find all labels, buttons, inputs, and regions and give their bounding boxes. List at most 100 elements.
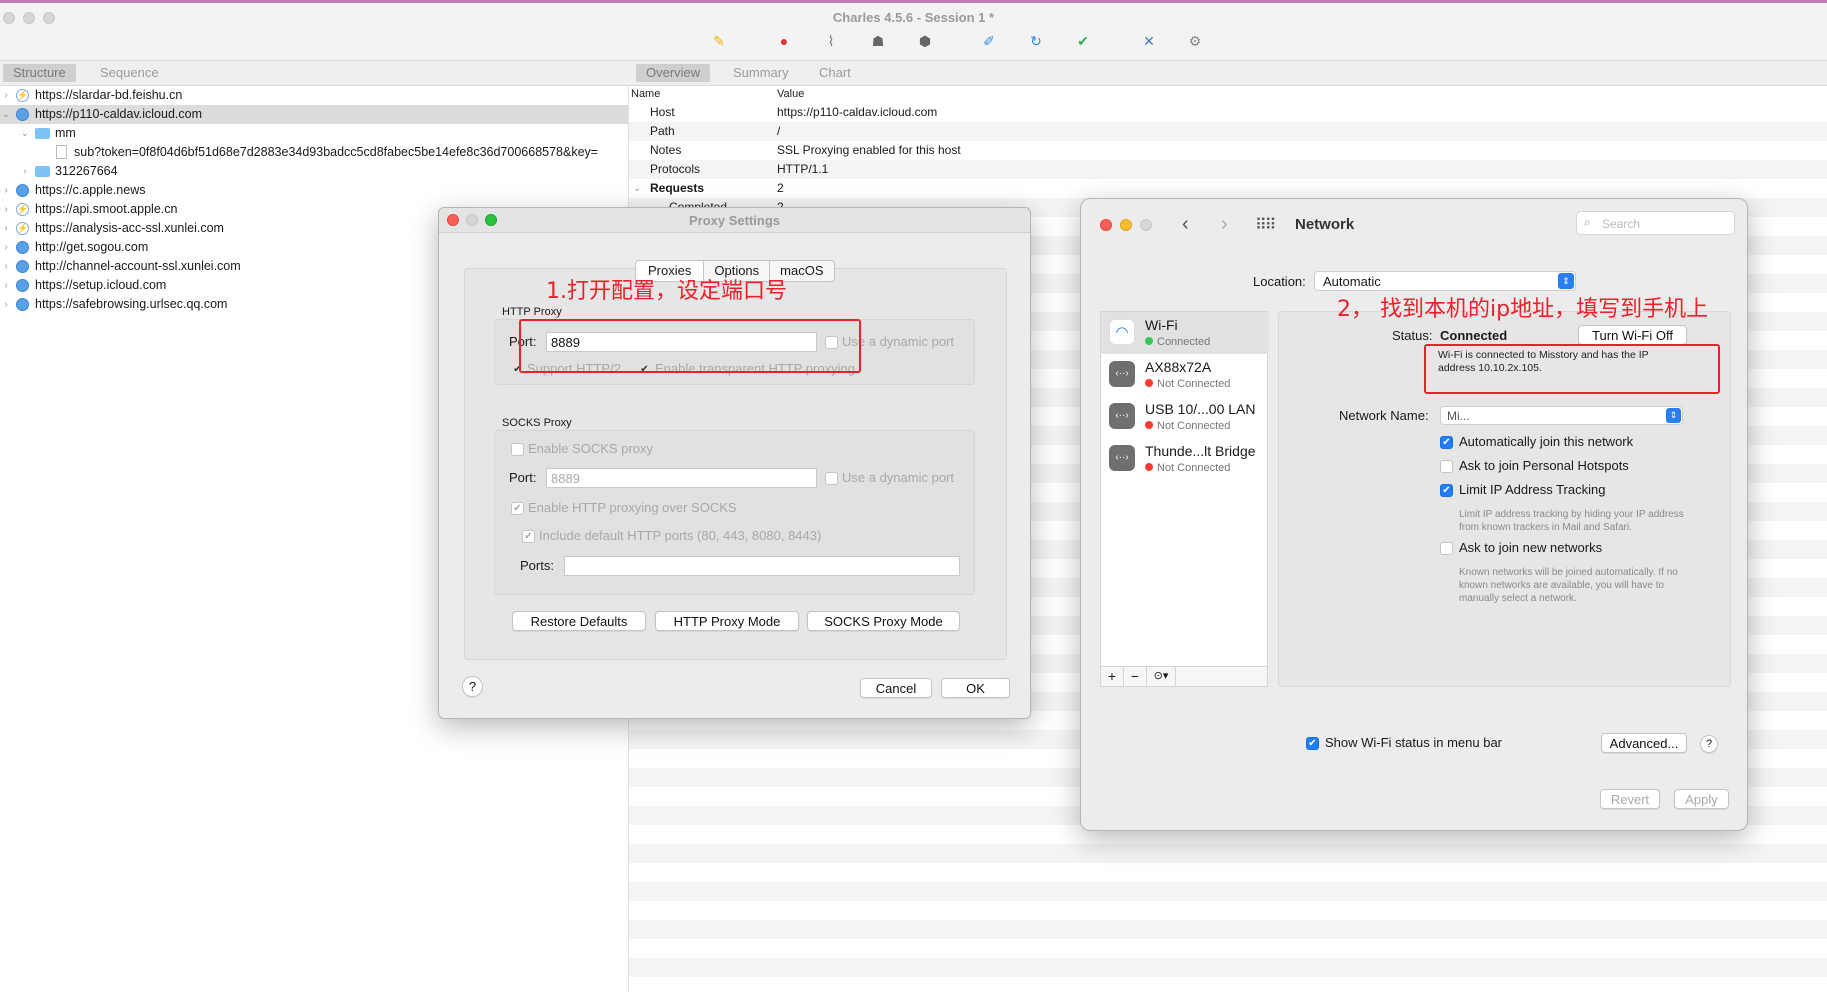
tree-item-label: sub?token=0f8f04d6bf51d68e7d2883e34d93ba… xyxy=(74,145,599,159)
tab-sequence[interactable]: Sequence xyxy=(90,64,169,82)
ok-button[interactable]: OK xyxy=(941,678,1010,698)
search-icon: ⌕ xyxy=(1584,215,1591,229)
column-header-name[interactable]: Name xyxy=(631,86,660,102)
pen-icon[interactable]: ✐ xyxy=(980,32,998,50)
wifi-icon: ◠ xyxy=(1109,319,1135,345)
chevron-right-icon[interactable]: › xyxy=(1,86,11,105)
turtle-icon[interactable]: ☗ xyxy=(869,32,887,50)
chevron-right-icon[interactable]: › xyxy=(1,200,11,219)
tree-item[interactable]: › https://c.apple.news xyxy=(0,181,628,200)
limit-ip-checkbox[interactable]: ✔ xyxy=(1440,484,1453,497)
tree-item[interactable]: sub?token=0f8f04d6bf51d68e7d2883e34d93ba… xyxy=(0,143,628,162)
forward-icon[interactable]: › xyxy=(1221,213,1228,236)
chevron-right-icon[interactable]: › xyxy=(1,181,11,200)
bolt-icon: ⚡ xyxy=(16,203,29,216)
tree-item[interactable]: › 312267664 xyxy=(0,162,628,181)
column-header-value[interactable]: Value xyxy=(777,86,804,102)
service-item-ax88x72a[interactable]: ‹··› AX88x72A Not Connected xyxy=(1101,354,1269,396)
tab-summary[interactable]: Summary xyxy=(723,64,799,82)
status-dot-icon xyxy=(1145,463,1153,471)
chevron-down-icon[interactable]: ⌄ xyxy=(633,179,641,198)
chevron-right-icon[interactable]: › xyxy=(1,257,11,276)
tools-icon[interactable]: ✕ xyxy=(1140,32,1158,50)
tab-macos[interactable]: macOS xyxy=(770,261,833,281)
tree-item-selected[interactable]: ⌄ https://p110-caldav.icloud.com xyxy=(0,105,628,124)
status-dot-icon xyxy=(1145,379,1153,387)
socks-dynamic-port-checkbox[interactable] xyxy=(825,472,838,485)
service-item-thunderbolt-bridge[interactable]: ‹··› Thunde...lt Bridge Not Connected xyxy=(1101,438,1269,480)
grid-icon[interactable]: ⠿⠿ xyxy=(1255,215,1276,235)
annotation-step2: 2， 找到本机的ip地址，填写到手机上 xyxy=(1337,297,1709,322)
ports-input[interactable] xyxy=(564,556,960,576)
status-dot-icon xyxy=(1145,337,1153,345)
chevron-right-icon[interactable]: › xyxy=(1,219,11,238)
socks-proxy-mode-button[interactable]: SOCKS Proxy Mode xyxy=(807,611,960,631)
tab-structure[interactable]: Structure xyxy=(3,64,76,82)
service-action-menu[interactable]: ⊙▾ xyxy=(1147,667,1176,686)
zoom-window-button[interactable] xyxy=(1140,219,1152,231)
refresh-icon[interactable]: ↻ xyxy=(1027,32,1045,50)
check-icon[interactable]: ✔ xyxy=(1074,32,1092,50)
throttle-icon[interactable]: ⌇ xyxy=(822,32,840,50)
apply-button[interactable]: Apply xyxy=(1674,789,1729,809)
enable-socks-label: Enable SOCKS proxy xyxy=(528,441,654,456)
tree-item-label: https://api.smoot.apple.cn xyxy=(35,202,178,216)
tree-item[interactable]: › ⚡ https://slardar-bd.feishu.cn xyxy=(0,86,628,105)
http-proxy-label: HTTP Proxy xyxy=(502,306,562,318)
ask-new-networks-checkbox[interactable] xyxy=(1440,542,1453,555)
highlight-ip-box xyxy=(1424,344,1720,394)
http-proxy-mode-button[interactable]: HTTP Proxy Mode xyxy=(655,611,799,631)
chevron-down-icon[interactable]: ⌄ xyxy=(20,124,30,143)
network-name-select[interactable]: Mi... ⇕ xyxy=(1440,406,1683,425)
breakpoint-icon[interactable]: ⬢ xyxy=(916,32,934,50)
chevron-right-icon[interactable]: › xyxy=(1,276,11,295)
socks-port-input[interactable] xyxy=(546,468,817,488)
chevron-down-icon[interactable]: ⌄ xyxy=(1,105,11,124)
advanced-button[interactable]: Advanced... xyxy=(1601,733,1687,753)
service-item-wifi[interactable]: ◠ Wi-Fi Connected xyxy=(1101,312,1269,354)
app-title: Charles 4.5.6 - Session 1 * xyxy=(832,10,995,25)
bolt-icon: ⚡ xyxy=(16,89,29,102)
add-service-button[interactable]: + xyxy=(1101,667,1124,686)
close-window-button[interactable] xyxy=(1100,219,1112,231)
revert-button[interactable]: Revert xyxy=(1600,789,1660,809)
chevron-right-icon[interactable]: › xyxy=(1,295,11,314)
turn-wifi-off-button[interactable]: Turn Wi-Fi Off xyxy=(1578,325,1687,345)
restore-defaults-button[interactable]: Restore Defaults xyxy=(512,611,646,631)
broom-icon[interactable]: ✎ xyxy=(710,32,728,50)
location-select[interactable]: Automatic ⇕ xyxy=(1314,271,1576,291)
table-row-stripe xyxy=(629,958,1827,977)
network-preferences-window: ‹ › ⠿⠿ Network ⌕ Search Location: Automa… xyxy=(1080,198,1748,831)
help-button[interactable]: ? xyxy=(1700,735,1718,753)
service-status-text: Not Connected xyxy=(1157,462,1231,474)
tab-options[interactable]: Options xyxy=(704,261,771,281)
search-box[interactable]: ⌕ Search xyxy=(1576,211,1735,235)
tab-overview[interactable]: Overview xyxy=(636,64,711,82)
gear-icon[interactable]: ⚙ xyxy=(1186,32,1204,50)
tree-item[interactable]: ⌄ mm xyxy=(0,124,628,143)
tab-proxies[interactable]: Proxies xyxy=(636,261,705,281)
tabs-row: Structure Sequence Overview Summary Char… xyxy=(0,61,1827,86)
auto-join-checkbox[interactable]: ✔ xyxy=(1440,436,1453,449)
service-item-usb-lan[interactable]: ‹··› USB 10/...00 LAN Not Connected xyxy=(1101,396,1269,438)
show-wifi-status-checkbox[interactable]: ✔ xyxy=(1306,737,1319,750)
row-value: HTTP/1.1 xyxy=(777,162,829,176)
minimize-window-button[interactable] xyxy=(1120,219,1132,231)
back-icon[interactable]: ‹ xyxy=(1182,213,1189,236)
chevron-right-icon[interactable]: › xyxy=(20,162,30,181)
document-icon xyxy=(56,145,67,159)
include-ports-checkbox[interactable]: ✔ xyxy=(522,530,535,543)
row-name: Host xyxy=(650,105,675,119)
select-arrows-icon: ⇕ xyxy=(1666,408,1681,423)
tab-chart[interactable]: Chart xyxy=(809,64,861,82)
remove-service-button[interactable]: − xyxy=(1124,667,1147,686)
record-icon[interactable]: ● xyxy=(775,32,793,50)
chevron-right-icon[interactable]: › xyxy=(1,238,11,257)
enable-socks-checkbox[interactable] xyxy=(511,443,524,456)
cancel-button[interactable]: Cancel xyxy=(860,678,932,698)
http-over-socks-checkbox[interactable]: ✔ xyxy=(511,502,524,515)
help-button[interactable]: ? xyxy=(462,676,483,697)
folder-icon xyxy=(35,166,50,177)
personal-hotspots-checkbox[interactable] xyxy=(1440,460,1453,473)
location-value: Automatic xyxy=(1323,274,1381,289)
